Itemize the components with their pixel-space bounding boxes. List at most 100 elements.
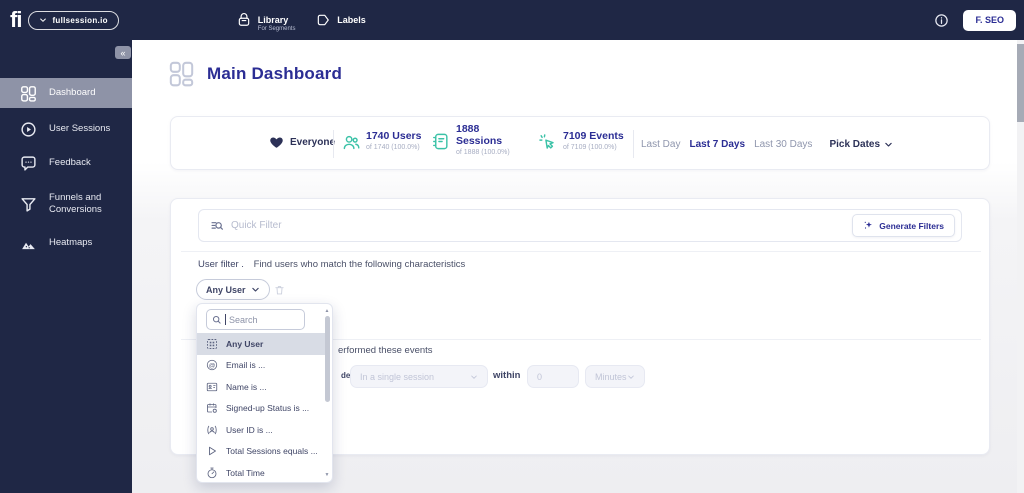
stats-divider [333,130,334,158]
option-label: Total Sessions equals ... [226,446,318,457]
option-any-user[interactable]: Any User [197,333,327,355]
session-scope-value: In a single session [360,371,435,382]
page-header: Main Dashboard [168,60,342,87]
users-stat: 1740 Users of 1740 (100.0%) [366,130,421,151]
range-last-7-days[interactable]: Last 7 Days [689,139,745,150]
trash-icon[interactable] [274,284,285,296]
user-account-button[interactable]: F. SEO [963,9,1016,31]
option-label: Signed-up Status is ... [226,403,310,414]
generate-filters-button[interactable]: Generate Filters [852,214,955,237]
users-sub: of 1740 (100.0%) [366,144,420,151]
segment-label[interactable]: Everyone [290,137,335,148]
play-icon [206,445,218,457]
heart-icon [269,135,284,150]
sessions-stat: 1888 Sessions of 1888 (100.0%) [456,123,510,156]
svg-text:@: @ [209,363,216,370]
chevron-down-icon [884,140,893,149]
events-value: 7109 Events [563,130,624,142]
option-name-is[interactable]: Name is ... [197,376,327,398]
section-divider [181,251,981,252]
nav-labels[interactable]: Labels [316,13,366,27]
option-signed-up-status[interactable]: Signed-up Status is ... [197,398,327,420]
option-total-time[interactable]: Total Time [197,462,327,482]
event-filter-heading-fragment: erformed these events [338,345,433,356]
session-scope-select[interactable]: In a single session [350,365,488,388]
option-user-id[interactable]: User ID is ... [197,419,327,441]
sidebar-item-feedback[interactable]: Feedback [0,150,132,176]
events-stat: 7109 Events of 7109 (100.0%) [563,130,624,151]
heatmap-mountain-icon [20,235,37,252]
dropdown-scrollbar[interactable]: ▲ ▼ [323,306,331,480]
within-label: within [493,370,521,381]
brand-logo: fi [10,7,22,32]
sidebar-item-label: User Sessions [49,122,111,134]
quick-filter-input[interactable] [231,211,741,240]
pick-dates-button[interactable]: Pick Dates [829,139,893,150]
duration-input[interactable]: 0 [527,365,579,388]
sidebar-item-user-sessions[interactable]: User Sessions [0,116,132,142]
user-type-value: Any User [206,284,246,295]
date-range-tabs: Last Day Last 7 Days Last 30 Days Pick D… [641,117,893,171]
sidebar-item-label: Funnels and Conversions [49,191,102,215]
play-circle-icon [20,121,37,138]
option-label: Name is ... [226,381,267,392]
sparkles-icon [863,220,874,231]
dashboard-icon [20,85,37,102]
page-scrollbar[interactable] [1017,40,1024,493]
option-email-is[interactable]: @ Email is ... [197,355,327,377]
workspace-selector[interactable]: fullsession.io [28,10,119,30]
stopwatch-icon [206,467,218,479]
sidebar-item-label: Heatmaps [49,236,93,248]
sessions-value-line1: 1888 [456,123,480,135]
top-nav: Library For Segments Labels [237,13,366,32]
page-scroll-thumb[interactable] [1017,44,1024,122]
chevron-down-icon [627,373,635,381]
nav-library-label: Library [257,15,289,25]
user-id-icon [206,424,218,436]
duration-unit-value: Minutes [595,371,627,382]
user-type-selector[interactable]: Any User [196,279,270,300]
dropdown-options-list: Any User @ Email is ... Name is ... Sign… [197,333,327,482]
nav-labels-label: Labels [337,15,366,25]
workspace-name: fullsession.io [52,15,108,25]
option-label: Email is ... [226,360,266,371]
chevron-down-icon [39,16,47,24]
sidebar-item-heatmaps[interactable]: Heatmaps [0,230,132,256]
range-last-30-days[interactable]: Last 30 Days [754,139,812,150]
generate-filters-label: Generate Filters [879,220,944,231]
nav-library[interactable]: Library For Segments [237,13,295,32]
info-icon[interactable] [934,13,949,28]
pick-dates-label: Pick Dates [829,138,881,150]
events-click-icon [538,133,557,152]
sidebar-item-dashboard[interactable]: Dashboard [0,78,132,108]
users-value: 1740 Users [366,130,422,142]
scroll-up-icon[interactable]: ▲ [323,308,331,314]
select-all-icon [206,338,218,350]
sessions-sub: of 1888 (100.0%) [456,149,510,156]
dropdown-search-placeholder: Search [229,314,258,325]
users-icon [342,133,361,152]
nav-library-sub: For Segments [257,26,296,32]
range-last-day[interactable]: Last Day [641,139,680,150]
events-sub: of 7109 (100.0%) [563,144,617,151]
dropdown-scroll-thumb[interactable] [325,316,330,402]
duration-value: 0 [537,371,543,382]
id-card-icon [206,381,218,393]
dropdown-search-input[interactable]: Search [206,309,305,330]
scroll-down-icon[interactable]: ▼ [323,472,331,478]
funnel-icon [20,196,37,213]
option-label: User ID is ... [226,424,273,435]
sidebar-item-funnels[interactable]: Funnels and Conversions [0,186,120,222]
option-total-sessions[interactable]: Total Sessions equals ... [197,441,327,463]
search-icon [212,315,222,325]
user-filter-label: User filter . [198,259,244,270]
user-type-dropdown: Search Any User @ Email is ... Name is .… [196,303,333,483]
at-sign-icon: @ [206,359,218,371]
calendar-status-icon [206,402,218,414]
chevron-down-icon [470,373,478,381]
text-caret [225,314,226,325]
user-filter-description: Find users who match the following chara… [253,259,466,270]
sessions-value-line2: Sessions [456,135,503,147]
sidebar-collapse-button[interactable]: « [115,46,131,59]
duration-unit-select[interactable]: Minutes [585,365,645,388]
